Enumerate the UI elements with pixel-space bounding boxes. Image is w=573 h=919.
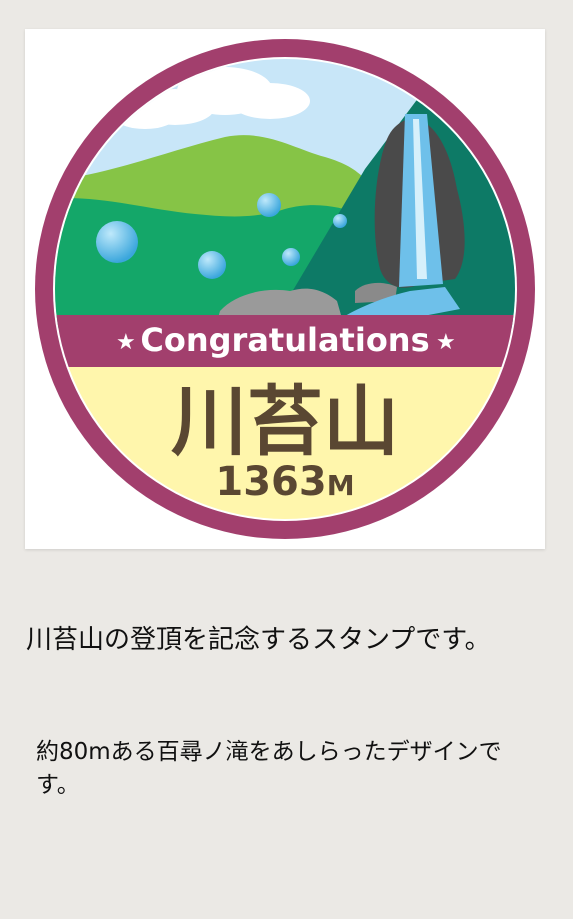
star-icon: ★ [116,330,136,355]
bubble [198,251,226,279]
bubble [282,248,300,266]
star-icon: ★ [436,330,456,355]
stamp-mountain-name: 川苔山 [171,377,399,466]
stamp-elevation-unit: M [327,469,355,502]
stamp-banner-text: Congratulations [140,321,429,359]
stamp-description: 約80mある百尋ノ滝をあしらったデザインです。 [36,739,502,798]
bubble [257,193,281,217]
bubble [96,221,138,263]
bubble [333,214,347,228]
stamp-image-card: ★ Congratulations ★ 川苔山 1363M [25,29,545,549]
stamp-title: 川苔山の登頂を記念するスタンプです。 [26,625,491,655]
stamp-elevation-value: 1363 [215,459,326,505]
stamp-image: ★ Congratulations ★ 川苔山 1363M [35,39,535,539]
